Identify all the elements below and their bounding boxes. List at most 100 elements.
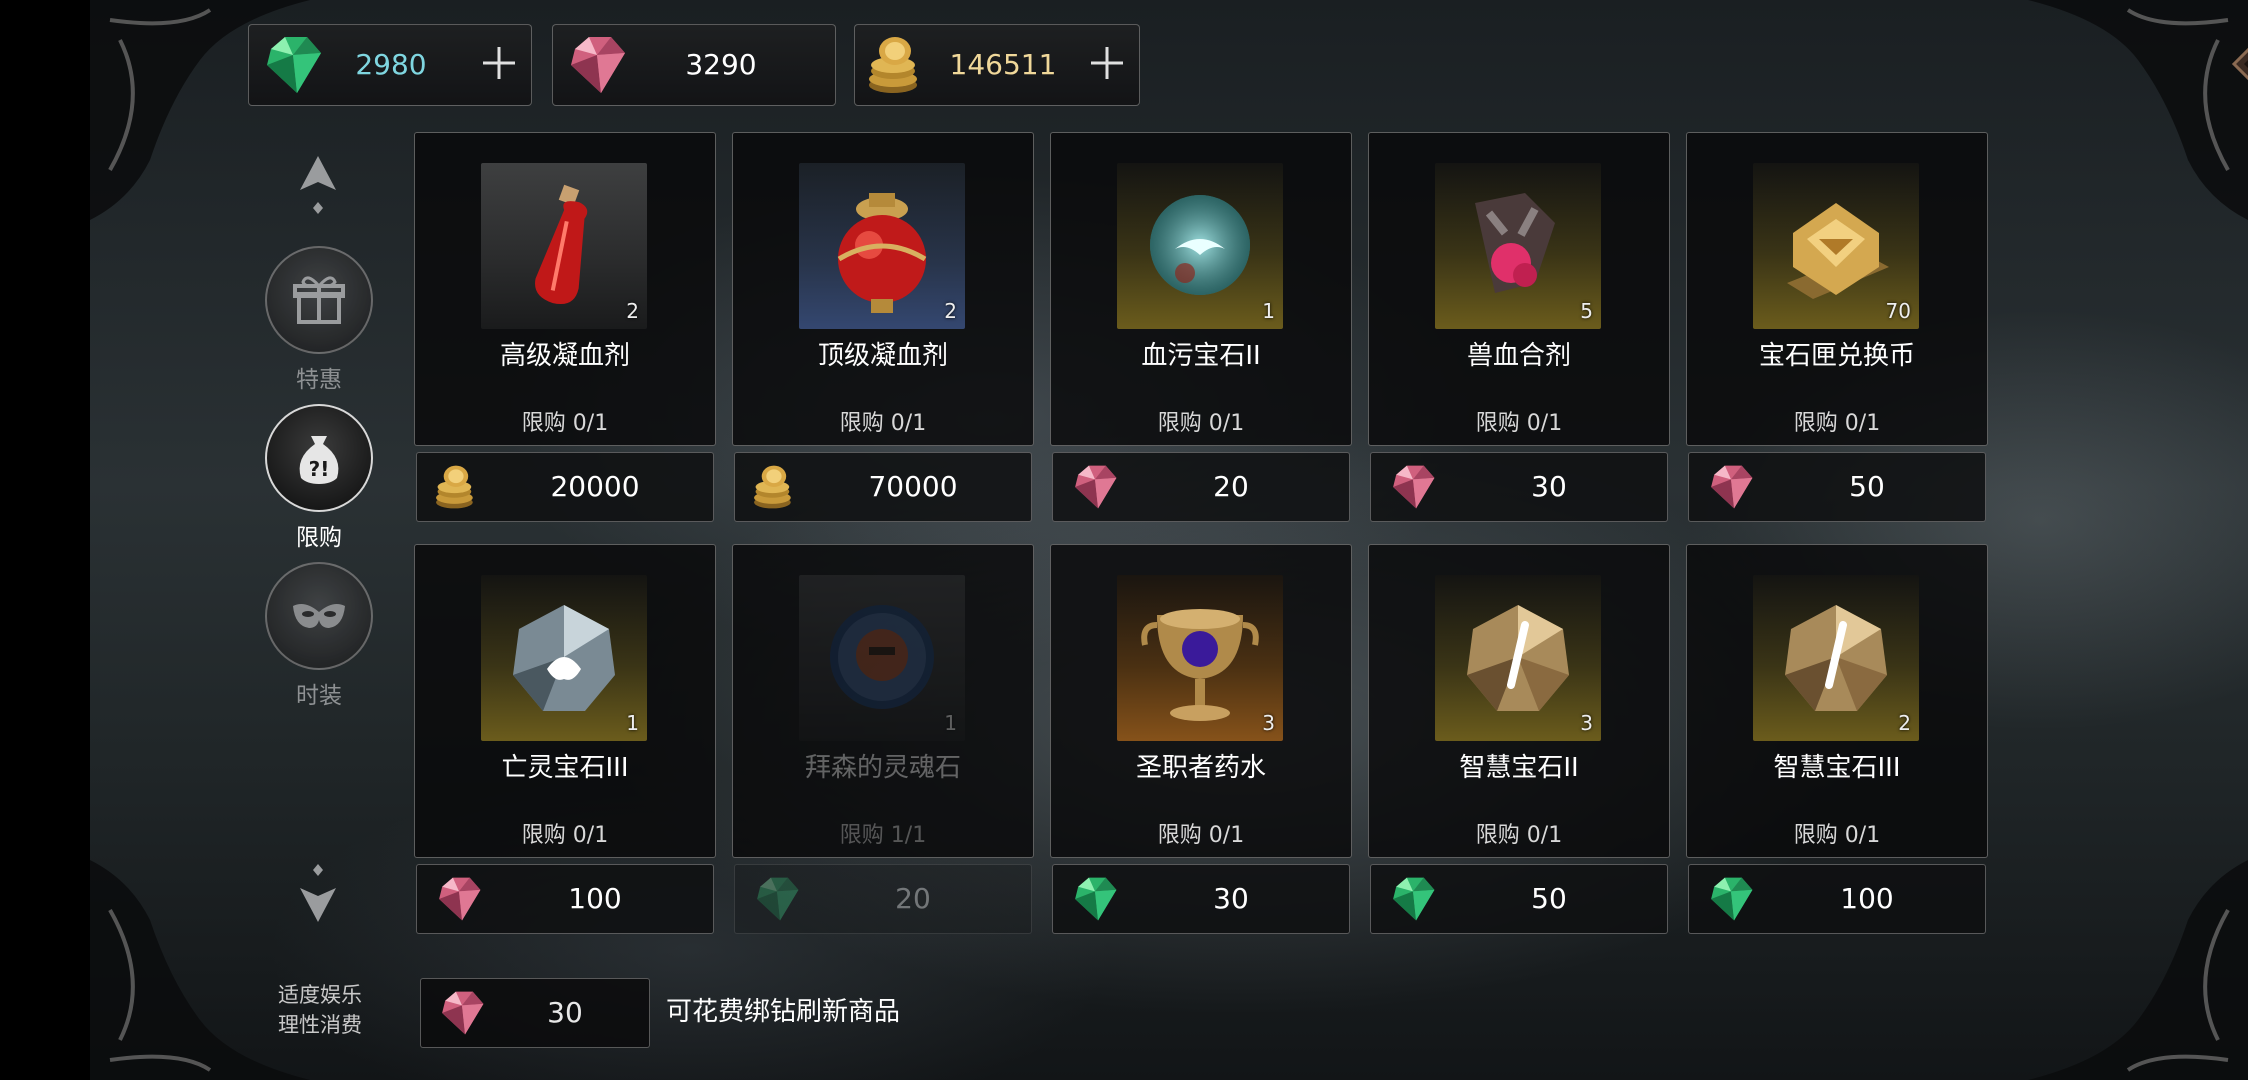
purchase-limit: 限购 1/1 [839,823,927,848]
currency-value: 3290 [685,48,757,81]
item-price: 30 [1213,882,1249,915]
scroll-down-arrow-icon[interactable] [288,858,348,928]
add-gold-coin-button[interactable] [1085,41,1129,85]
svg-text:?!: ?! [309,457,330,481]
potion-jar-icon: 2 [799,163,965,329]
shop-item-card[interactable]: 70 宝石匣兑换币限购 0/1 [1686,132,1988,446]
gem-token-icon: 70 [1753,163,1919,329]
item-price: 20 [1213,470,1249,503]
nav-label: 特惠 [296,367,342,393]
item-count: 1 [944,711,957,735]
item-price: 100 [568,882,622,915]
item-price: 50 [1849,470,1885,503]
item-count: 2 [1898,711,1911,735]
purchase-limit: 限购 0/1 [1793,411,1881,436]
buy-button[interactable]: 100 [1688,864,1986,934]
shop-item-card[interactable]: 2 高级凝血剂限购 0/1 [414,132,716,446]
buy-button[interactable]: 20 [734,864,1032,934]
item-name: 高级凝血剂 [499,341,630,371]
corner-ornament-bottom-right [2028,860,2248,1080]
wisdom-gem-icon: 3 [1435,575,1601,741]
pink-diamond-icon [561,31,633,99]
close-button[interactable] [2230,18,2248,110]
nav-item-fashion[interactable]: 时装 [262,562,376,710]
purchase-limit: 限购 0/1 [1157,411,1245,436]
item-count: 3 [1580,711,1593,735]
buy-button[interactable]: 50 [1688,452,1986,522]
shop-item-card[interactable]: 1 拜森的灵魂石限购 1/1 [732,544,1034,858]
item-count: 1 [1262,299,1275,323]
shop-item-card[interactable]: 1 血污宝石II 限购 0/1 [1050,132,1352,446]
item-count: 2 [626,299,639,323]
nav-label: 限购 [296,525,342,551]
currency-value: 2980 [355,48,427,81]
buy-button[interactable]: 30 [1370,452,1668,522]
scroll-up-arrow-icon[interactable] [288,150,348,220]
item-count: 5 [1580,299,1593,323]
item-count: 2 [944,299,957,323]
beast-blood-icon: 5 [1435,163,1601,329]
item-name: 宝石匣兑换币 [1758,341,1915,371]
refresh-description: 可花费绑钻刷新商品 [666,997,901,1027]
shop-item-card[interactable]: 2 智慧宝石III 限购 0/1 [1686,544,1988,858]
shop-item-card[interactable]: 5 兽血合剂限购 0/1 [1368,132,1670,446]
disclaimer-line: 理性消费 [278,1013,362,1037]
shop-item-card[interactable]: 3 智慧宝石II 限购 0/1 [1368,544,1670,858]
purchase-limit: 限购 0/1 [521,823,609,848]
buy-button[interactable]: 20000 [416,452,714,522]
currency-pink-diamond: 3290 [552,24,836,106]
item-price: 100 [1840,882,1894,915]
item-name: 血污宝石II [1141,341,1261,371]
potion-bottle-icon: 2 [481,163,647,329]
shop-item-card[interactable]: 1 亡灵宝石III 限购 0/1 [414,544,716,858]
shop-screen: 2980 3290 146511 特惠 ?! 限购 时装 适度娱乐 理性消费 2… [90,0,2248,1080]
purchase-limit: 限购 0/1 [839,411,927,436]
corner-ornament-bottom-left [90,860,310,1080]
buy-button[interactable]: 70000 [734,452,1032,522]
purchase-limit: 限购 0/1 [1475,823,1563,848]
blood-gem-icon: 1 [1117,163,1283,329]
mystery-bag-icon: ?! [265,404,373,512]
add-green-diamond-button[interactable] [477,41,521,85]
buy-button[interactable]: 50 [1370,864,1668,934]
gold-coin-icon [863,31,935,99]
responsible-gaming-notice: 适度娱乐 理性消费 [262,980,378,1040]
item-name: 亡灵宝石III [501,753,629,783]
nav-item-limited[interactable]: ?! 限购 [262,404,376,552]
item-count: 70 [1885,299,1911,323]
item-name: 拜森的灵魂石 [804,753,961,783]
item-price: 30 [1531,470,1567,503]
disclaimer-line: 适度娱乐 [278,983,362,1007]
item-name: 顶级凝血剂 [817,341,948,371]
soul-stone-icon: 1 [799,575,965,741]
item-price: 20 [895,882,931,915]
purchase-limit: 限购 0/1 [1475,411,1563,436]
shop-item-card[interactable]: 3 圣职者药水 限购 0/1 [1050,544,1352,858]
gift-icon [265,246,373,354]
currency-green-diamond: 2980 [248,24,532,106]
item-count: 1 [626,711,639,735]
refresh-cost-button[interactable]: 30 [420,978,650,1048]
currency-gold-coin: 146511 [854,24,1140,106]
purchase-limit: 限购 0/1 [1157,823,1245,848]
mask-icon [265,562,373,670]
item-name: 智慧宝石II [1459,753,1579,783]
item-name: 智慧宝石III [1773,753,1901,783]
purchase-limit: 限购 0/1 [521,411,609,436]
item-price: 50 [1531,882,1567,915]
shop-item-card[interactable]: 2 顶级凝血剂限购 0/1 [732,132,1034,446]
buy-button[interactable]: 20 [1052,452,1350,522]
nav-item-special[interactable]: 特惠 [262,246,376,394]
buy-button[interactable]: 30 [1052,864,1350,934]
purchase-limit: 限购 0/1 [1793,823,1881,848]
item-name: 兽血合剂 [1466,341,1571,371]
item-price: 20000 [550,470,640,503]
refresh-price: 30 [547,996,583,1029]
currency-value: 146511 [949,48,1057,81]
wisdom-gem-icon: 2 [1753,575,1919,741]
buy-button[interactable]: 100 [416,864,714,934]
item-count: 3 [1262,711,1275,735]
nav-label: 时装 [296,683,342,709]
undead-gem-icon: 1 [481,575,647,741]
chalice-icon: 3 [1117,575,1283,741]
